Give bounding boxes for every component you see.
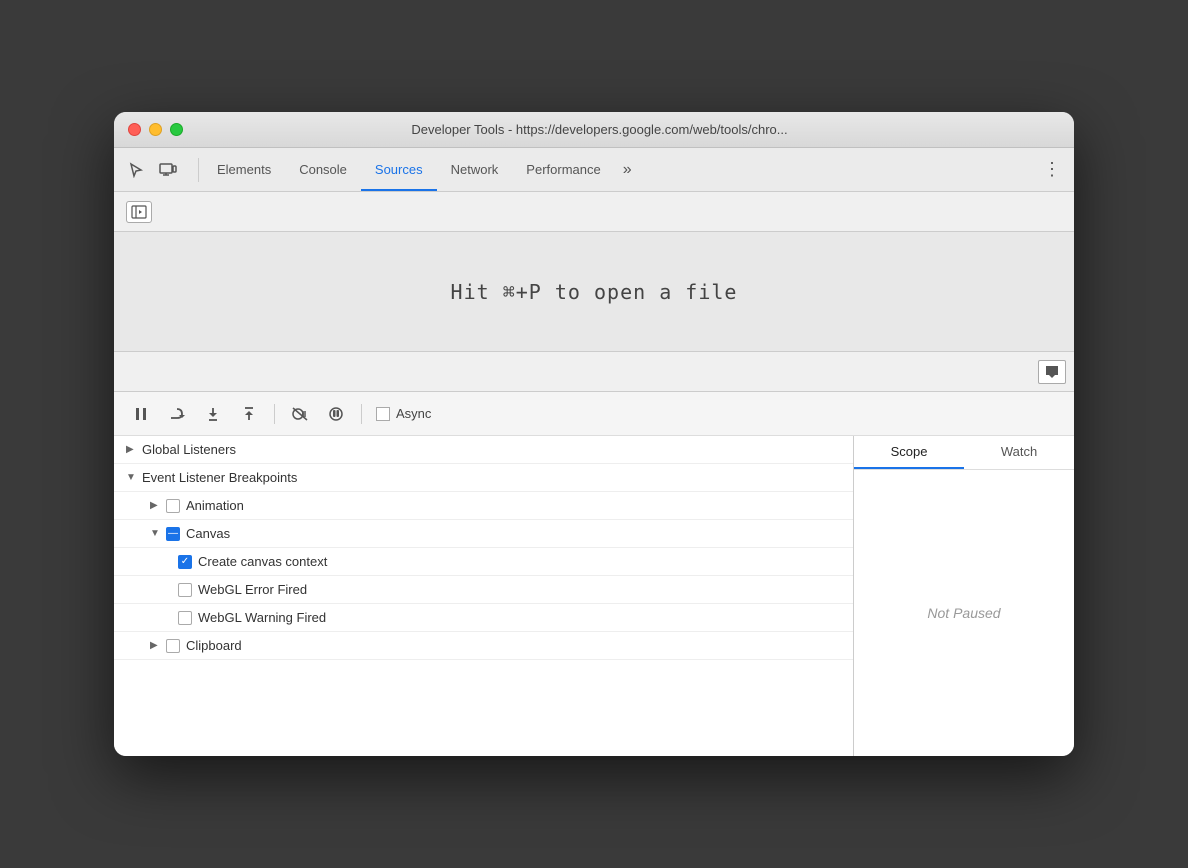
event-listener-label: Event Listener Breakpoints <box>142 470 297 485</box>
scope-tab[interactable]: Scope <box>854 436 964 469</box>
split-panel: ▶ Global Listeners ▼ Event Listener Brea… <box>114 436 1074 756</box>
animation-label: Animation <box>186 498 244 513</box>
event-listener-triangle: ▼ <box>126 472 136 483</box>
device-icon-btn[interactable] <box>154 156 182 184</box>
right-tabs: Scope Watch <box>854 436 1074 470</box>
step-out-icon <box>242 407 256 421</box>
window-title: Developer Tools - https://developers.goo… <box>139 122 1060 137</box>
cursor-icon <box>128 162 144 178</box>
main-editor-area: Hit ⌘+P to open a file <box>114 232 1074 352</box>
tab-menu-button[interactable]: ⋮ <box>1038 156 1066 184</box>
animation-checkbox[interactable] <box>166 499 180 513</box>
create-canvas-context-row[interactable]: ✓ Create canvas context <box>114 548 853 576</box>
sidebar-toggle-icon <box>131 205 147 219</box>
sidebar-toolbar <box>114 192 1074 232</box>
dropdown-icon <box>1046 366 1058 378</box>
tab-console[interactable]: Console <box>285 148 361 191</box>
pause-on-exception-button[interactable] <box>321 401 351 427</box>
tab-more-button[interactable]: » <box>615 161 640 179</box>
tab-performance[interactable]: Performance <box>512 148 614 191</box>
event-listener-breakpoints-section[interactable]: ▼ Event Listener Breakpoints <box>114 464 853 492</box>
tab-elements[interactable]: Elements <box>203 148 285 191</box>
tab-divider <box>198 158 199 182</box>
step-over-icon <box>169 407 185 421</box>
devtools-window: Developer Tools - https://developers.goo… <box>114 112 1074 756</box>
open-file-hint: Hit ⌘+P to open a file <box>451 280 738 304</box>
cursor-icon-btn[interactable] <box>122 156 150 184</box>
webgl-error-label: WebGL Error Fired <box>198 582 307 597</box>
animation-triangle: ▶ <box>150 500 160 511</box>
clipboard-label: Clipboard <box>186 638 242 653</box>
secondary-toolbar <box>114 352 1074 392</box>
animation-row[interactable]: ▶ Animation <box>114 492 853 520</box>
tab-bar: Elements Console Sources Network Perform… <box>114 148 1074 192</box>
left-panel: ▶ Global Listeners ▼ Event Listener Brea… <box>114 436 854 756</box>
async-container: Async <box>376 406 431 421</box>
canvas-triangle: ▼ <box>150 528 160 539</box>
canvas-row[interactable]: ▼ — Canvas <box>114 520 853 548</box>
debug-divider <box>274 404 275 424</box>
async-label: Async <box>396 406 431 421</box>
deactivate-icon <box>292 407 308 421</box>
toolbar-icons <box>122 156 182 184</box>
async-checkbox[interactable] <box>376 407 390 421</box>
webgl-error-checkbox[interactable] <box>178 583 192 597</box>
pause-resume-button[interactable] <box>126 401 156 427</box>
toggle-sidebar-button[interactable] <box>126 201 152 223</box>
title-bar: Developer Tools - https://developers.goo… <box>114 112 1074 148</box>
webgl-warning-label: WebGL Warning Fired <box>198 610 326 625</box>
tab-network[interactable]: Network <box>437 148 513 191</box>
create-canvas-context-label: Create canvas context <box>198 554 327 569</box>
create-canvas-context-checkbox[interactable]: ✓ <box>178 555 192 569</box>
global-listeners-label: Global Listeners <box>142 442 236 457</box>
watch-tab[interactable]: Watch <box>964 436 1074 469</box>
step-into-button[interactable] <box>198 401 228 427</box>
deactivate-breakpoints-button[interactable] <box>285 401 315 427</box>
debug-bar: Async <box>114 392 1074 436</box>
clipboard-checkbox[interactable] <box>166 639 180 653</box>
device-icon <box>159 162 177 178</box>
indeterminate-mark: — <box>168 529 178 539</box>
tab-sources[interactable]: Sources <box>361 148 437 191</box>
canvas-checkbox[interactable]: — <box>166 527 180 541</box>
global-listeners-triangle: ▶ <box>126 444 136 455</box>
webgl-error-row[interactable]: WebGL Error Fired <box>114 576 853 604</box>
clipboard-triangle: ▶ <box>150 640 160 651</box>
clipboard-row[interactable]: ▶ Clipboard <box>114 632 853 660</box>
right-panel: Scope Watch Not Paused <box>854 436 1074 756</box>
check-mark: ✓ <box>181 557 189 567</box>
step-out-button[interactable] <box>234 401 264 427</box>
tabs-container: Elements Console Sources Network Perform… <box>203 148 1038 191</box>
not-paused-text: Not Paused <box>854 470 1074 756</box>
canvas-label: Canvas <box>186 526 230 541</box>
pause-on-exception-icon <box>328 407 344 421</box>
webgl-warning-row[interactable]: WebGL Warning Fired <box>114 604 853 632</box>
pause-icon <box>134 407 148 421</box>
step-over-button[interactable] <box>162 401 192 427</box>
webgl-warning-checkbox[interactable] <box>178 611 192 625</box>
step-into-icon <box>206 407 220 421</box>
global-listeners-section[interactable]: ▶ Global Listeners <box>114 436 853 464</box>
dropdown-button[interactable] <box>1038 360 1066 384</box>
debug-divider-2 <box>361 404 362 424</box>
